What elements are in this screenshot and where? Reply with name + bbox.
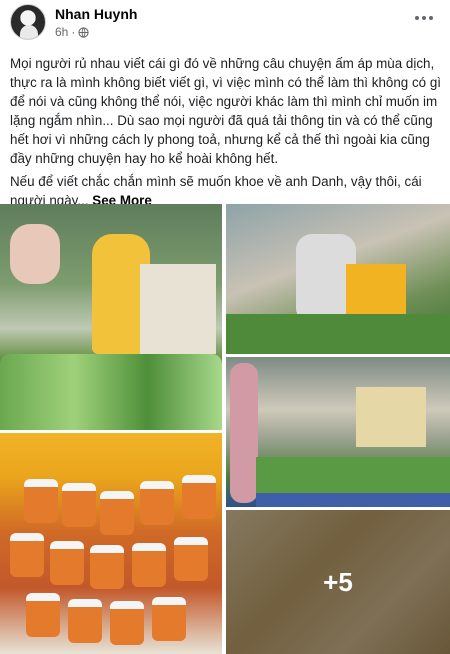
jar-shape	[90, 545, 124, 589]
photo-shape	[226, 314, 450, 354]
post-header: Nhan Huynh 6h ·	[0, 0, 450, 44]
post-body: Mọi người rủ nhau viết cái gì đó về nhữn…	[10, 54, 442, 210]
jar-shape	[110, 601, 144, 645]
photo-shape	[256, 457, 450, 497]
photo-shape	[346, 264, 406, 314]
jar-shape	[24, 479, 58, 523]
avatar[interactable]	[10, 4, 46, 40]
photo-volunteer-crates[interactable]	[226, 204, 450, 354]
jar-shape	[140, 481, 174, 525]
post-meta: 6h ·	[55, 25, 89, 39]
photo-shape	[230, 363, 258, 503]
jar-shape	[174, 537, 208, 581]
photo-shape	[256, 493, 450, 507]
photo-vegetable-table[interactable]	[226, 357, 450, 507]
jar-shape	[152, 597, 186, 641]
post-paragraph-2-text: Nếu để viết chắc chắn mình sẽ muốn khoe …	[10, 174, 422, 208]
more-photos-count: +5	[323, 566, 353, 597]
photo-shape	[0, 354, 222, 430]
photo-shape	[356, 387, 426, 447]
photo-shape	[10, 224, 60, 284]
post-paragraph-1: Mọi người rủ nhau viết cái gì đó về nhữn…	[10, 56, 441, 166]
photo-vegetable-stall[interactable]	[0, 204, 222, 430]
jar-shape	[182, 475, 216, 519]
photo-jars[interactable]	[0, 433, 222, 654]
more-photos-overlay[interactable]: +5	[226, 510, 450, 654]
separator-dot: ·	[71, 25, 76, 39]
jar-shape	[62, 483, 96, 527]
author-name[interactable]: Nhan Huynh	[55, 6, 137, 22]
jar-shape	[10, 533, 44, 577]
globe-icon[interactable]	[78, 26, 89, 38]
post-time[interactable]: 6h	[55, 25, 68, 39]
more-options-icon[interactable]	[412, 8, 436, 28]
photo-shape	[140, 264, 216, 354]
jar-shape	[132, 543, 166, 587]
jar-shape	[50, 541, 84, 585]
jar-shape	[68, 599, 102, 643]
jar-shape	[100, 491, 134, 535]
jar-shape	[26, 593, 60, 637]
